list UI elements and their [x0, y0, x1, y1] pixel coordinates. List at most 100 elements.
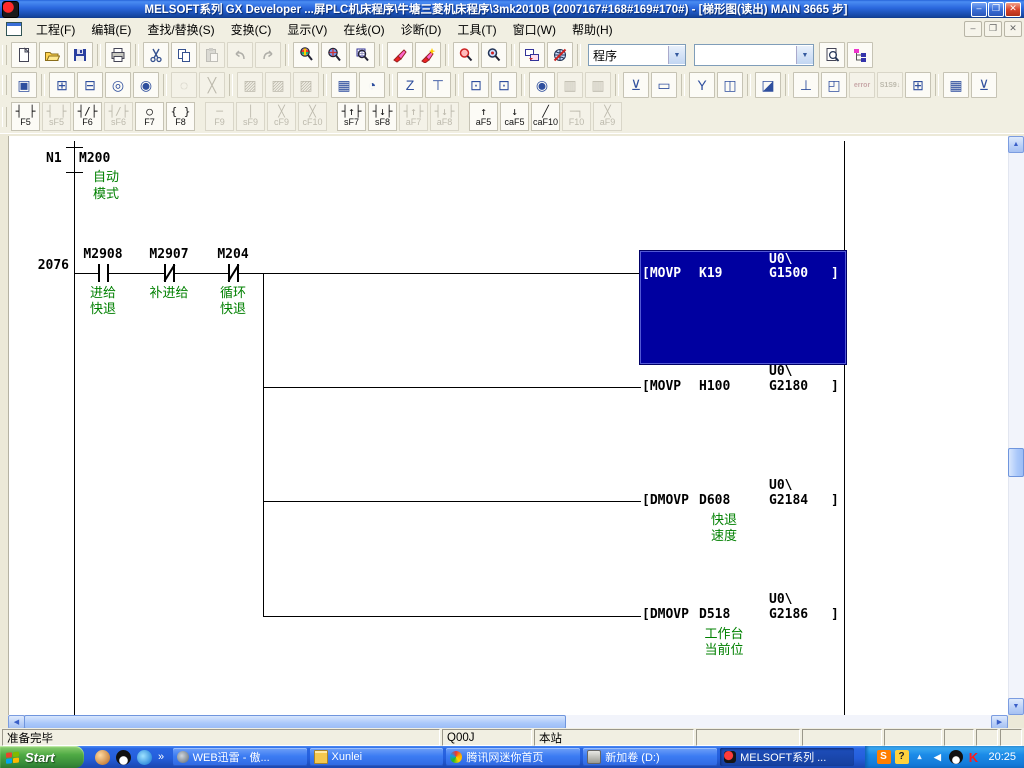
invert-down-button[interactable]: ↓ caF5: [500, 102, 529, 131]
menu-help[interactable]: 帮助(H): [564, 18, 621, 41]
help-reference-button[interactable]: ◫: [717, 72, 743, 98]
media-player-icon[interactable]: [137, 749, 152, 765]
child-minimize-button[interactable]: –: [964, 21, 982, 37]
remote-operation-button[interactable]: ╳: [199, 72, 225, 98]
help-tray-icon[interactable]: ?: [894, 750, 909, 764]
scroll-up-icon[interactable]: ▲: [1008, 136, 1024, 153]
nc-contact[interactable]: [157, 264, 181, 282]
skip-execution-button[interactable]: ▨: [293, 72, 319, 98]
no-contact[interactable]: [91, 264, 115, 282]
task-xunlei-folder[interactable]: Xunlei: [309, 748, 444, 766]
open-branch-button[interactable]: ┤ ├ sF5: [42, 102, 71, 131]
sampling-trace2-button[interactable]: ▥: [585, 72, 611, 98]
program-type-combo[interactable]: 程序 ▼: [588, 44, 686, 66]
copy-button[interactable]: [171, 42, 197, 68]
monitor-start-button[interactable]: ◉: [529, 72, 555, 98]
start-button[interactable]: Start: [0, 746, 84, 768]
maximize-button[interactable]: ❐: [988, 1, 1004, 17]
project-verify-button[interactable]: [819, 42, 845, 68]
child-window-icon[interactable]: [6, 22, 22, 36]
paste-button[interactable]: [199, 42, 225, 68]
find-string-combo[interactable]: ▼: [694, 44, 814, 66]
find-button[interactable]: [293, 42, 319, 68]
closed-contact-button[interactable]: ┤/├ F6: [73, 102, 102, 131]
device-memory-button[interactable]: ▦: [331, 72, 357, 98]
menu-find-replace[interactable]: 查找/替换(S): [139, 18, 222, 41]
sampling-trace-button[interactable]: ▥: [557, 72, 583, 98]
kaspersky-tray-icon[interactable]: K: [967, 750, 981, 764]
new-button[interactable]: [11, 42, 37, 68]
invert-up-button[interactable]: ↑ aF5: [469, 102, 498, 131]
menu-window[interactable]: 窗口(W): [505, 18, 564, 41]
taskbar-clock[interactable]: 20:25: [989, 751, 1017, 763]
menu-online[interactable]: 在线(O): [335, 18, 392, 41]
cross-reference-button[interactable]: [453, 42, 479, 68]
menu-tools[interactable]: 工具(T): [449, 18, 504, 41]
application-instruction-button[interactable]: { } F8: [166, 102, 195, 131]
branch-down-button[interactable]: ⊥: [793, 72, 819, 98]
chevron-down-icon[interactable]: ▼: [796, 46, 813, 64]
delete-hline-button[interactable]: ╳ cF9: [267, 102, 296, 131]
partial-execution-button[interactable]: ▨: [265, 72, 291, 98]
chevron-down-icon[interactable]: ▼: [668, 46, 685, 64]
menu-convert[interactable]: 变换(C): [223, 18, 280, 41]
falling-pulse-button[interactable]: ┤↓├ sF8: [368, 102, 397, 131]
parameter-tree-button[interactable]: [847, 42, 873, 68]
find-step-button[interactable]: ◉: [133, 72, 159, 98]
open-contact-button[interactable]: ┤ ├ F5: [11, 102, 40, 131]
instruction-opcode[interactable]: [MOVP: [642, 266, 681, 281]
ladder-editor[interactable]: N1 M200 自动 模式 2076 M2908 进给 快退 M2907 补进给…: [8, 136, 1009, 715]
menu-edit[interactable]: 编辑(E): [83, 18, 139, 41]
document-check-button[interactable]: ◪: [755, 72, 781, 98]
toolbar-grip[interactable]: [2, 75, 7, 95]
sogou-tray-icon[interactable]: S: [876, 750, 891, 764]
toolbar-grip[interactable]: [2, 45, 7, 65]
scroll-right-icon[interactable]: ▶: [991, 715, 1008, 729]
vertical-line-button[interactable]: │ sF9: [236, 102, 265, 131]
ladder-edit-new-button[interactable]: [415, 42, 441, 68]
print-button[interactable]: [105, 42, 131, 68]
child-restore-button[interactable]: ❐: [984, 21, 1002, 37]
edit-data-button[interactable]: ⊟: [77, 72, 103, 98]
updates-tray-icon[interactable]: ▴: [913, 750, 927, 764]
delete-vline-button[interactable]: ╳ cF10: [298, 102, 327, 131]
erase-line-button[interactable]: ╳ aF9: [593, 102, 622, 131]
instruction-opcode[interactable]: [MOVP: [642, 379, 681, 394]
task-melsoft[interactable]: MELSOFT系列 ...: [720, 748, 854, 766]
qq-tray-icon[interactable]: [948, 750, 963, 764]
falling-branch-button[interactable]: ┤↓├ aF8: [430, 102, 459, 131]
horizontal-scrollbar[interactable]: ◀ ▶: [8, 715, 1008, 729]
window-grid-button[interactable]: ▦: [943, 72, 969, 98]
project-data-list-button[interactable]: ⊞: [49, 72, 75, 98]
hide-icons-chevron[interactable]: ◀: [931, 750, 945, 764]
monitor-write-button[interactable]: ⊤: [425, 72, 451, 98]
find-instruction-button[interactable]: [349, 42, 375, 68]
chevron-more-icon[interactable]: »: [158, 751, 164, 763]
redo-button[interactable]: [255, 42, 281, 68]
close-button[interactable]: ✕: [1005, 1, 1021, 17]
child-close-button[interactable]: ✕: [1004, 21, 1022, 37]
instruction-opcode[interactable]: [DMOVP: [642, 607, 689, 622]
nc-contact[interactable]: [221, 264, 245, 282]
sogou-icon[interactable]: [95, 749, 110, 765]
rising-pulse-button[interactable]: ┤↑├ sF7: [337, 102, 366, 131]
jump-destination-button[interactable]: ⊡: [491, 72, 517, 98]
toolbar-grip[interactable]: [2, 106, 7, 127]
coil-button[interactable]: ○ F7: [135, 102, 164, 131]
draw-line-button[interactable]: ─┐ F10: [562, 102, 591, 131]
tile-windows-button[interactable]: ⊞: [905, 72, 931, 98]
error-jump-button[interactable]: error: [849, 72, 875, 98]
tree-collapse-button[interactable]: ⊻: [971, 72, 997, 98]
write-mode-button[interactable]: Z: [397, 72, 423, 98]
menu-view[interactable]: 显示(V): [279, 18, 335, 41]
device-timer-button[interactable]: ◔: [359, 72, 385, 98]
scroll-down-icon[interactable]: ▼: [1008, 698, 1024, 715]
task-tencent-mini[interactable]: 腾讯网迷你首页: [446, 748, 581, 766]
ladder-logic-test-button[interactable]: ▨: [237, 72, 263, 98]
cascade-windows-button[interactable]: ◰: [821, 72, 847, 98]
vertical-scroll-thumb[interactable]: [1008, 448, 1024, 477]
undo-button[interactable]: [227, 42, 253, 68]
qq-icon[interactable]: [116, 749, 131, 765]
ladder-edit-button[interactable]: [387, 42, 413, 68]
minimize-button[interactable]: –: [971, 1, 987, 17]
